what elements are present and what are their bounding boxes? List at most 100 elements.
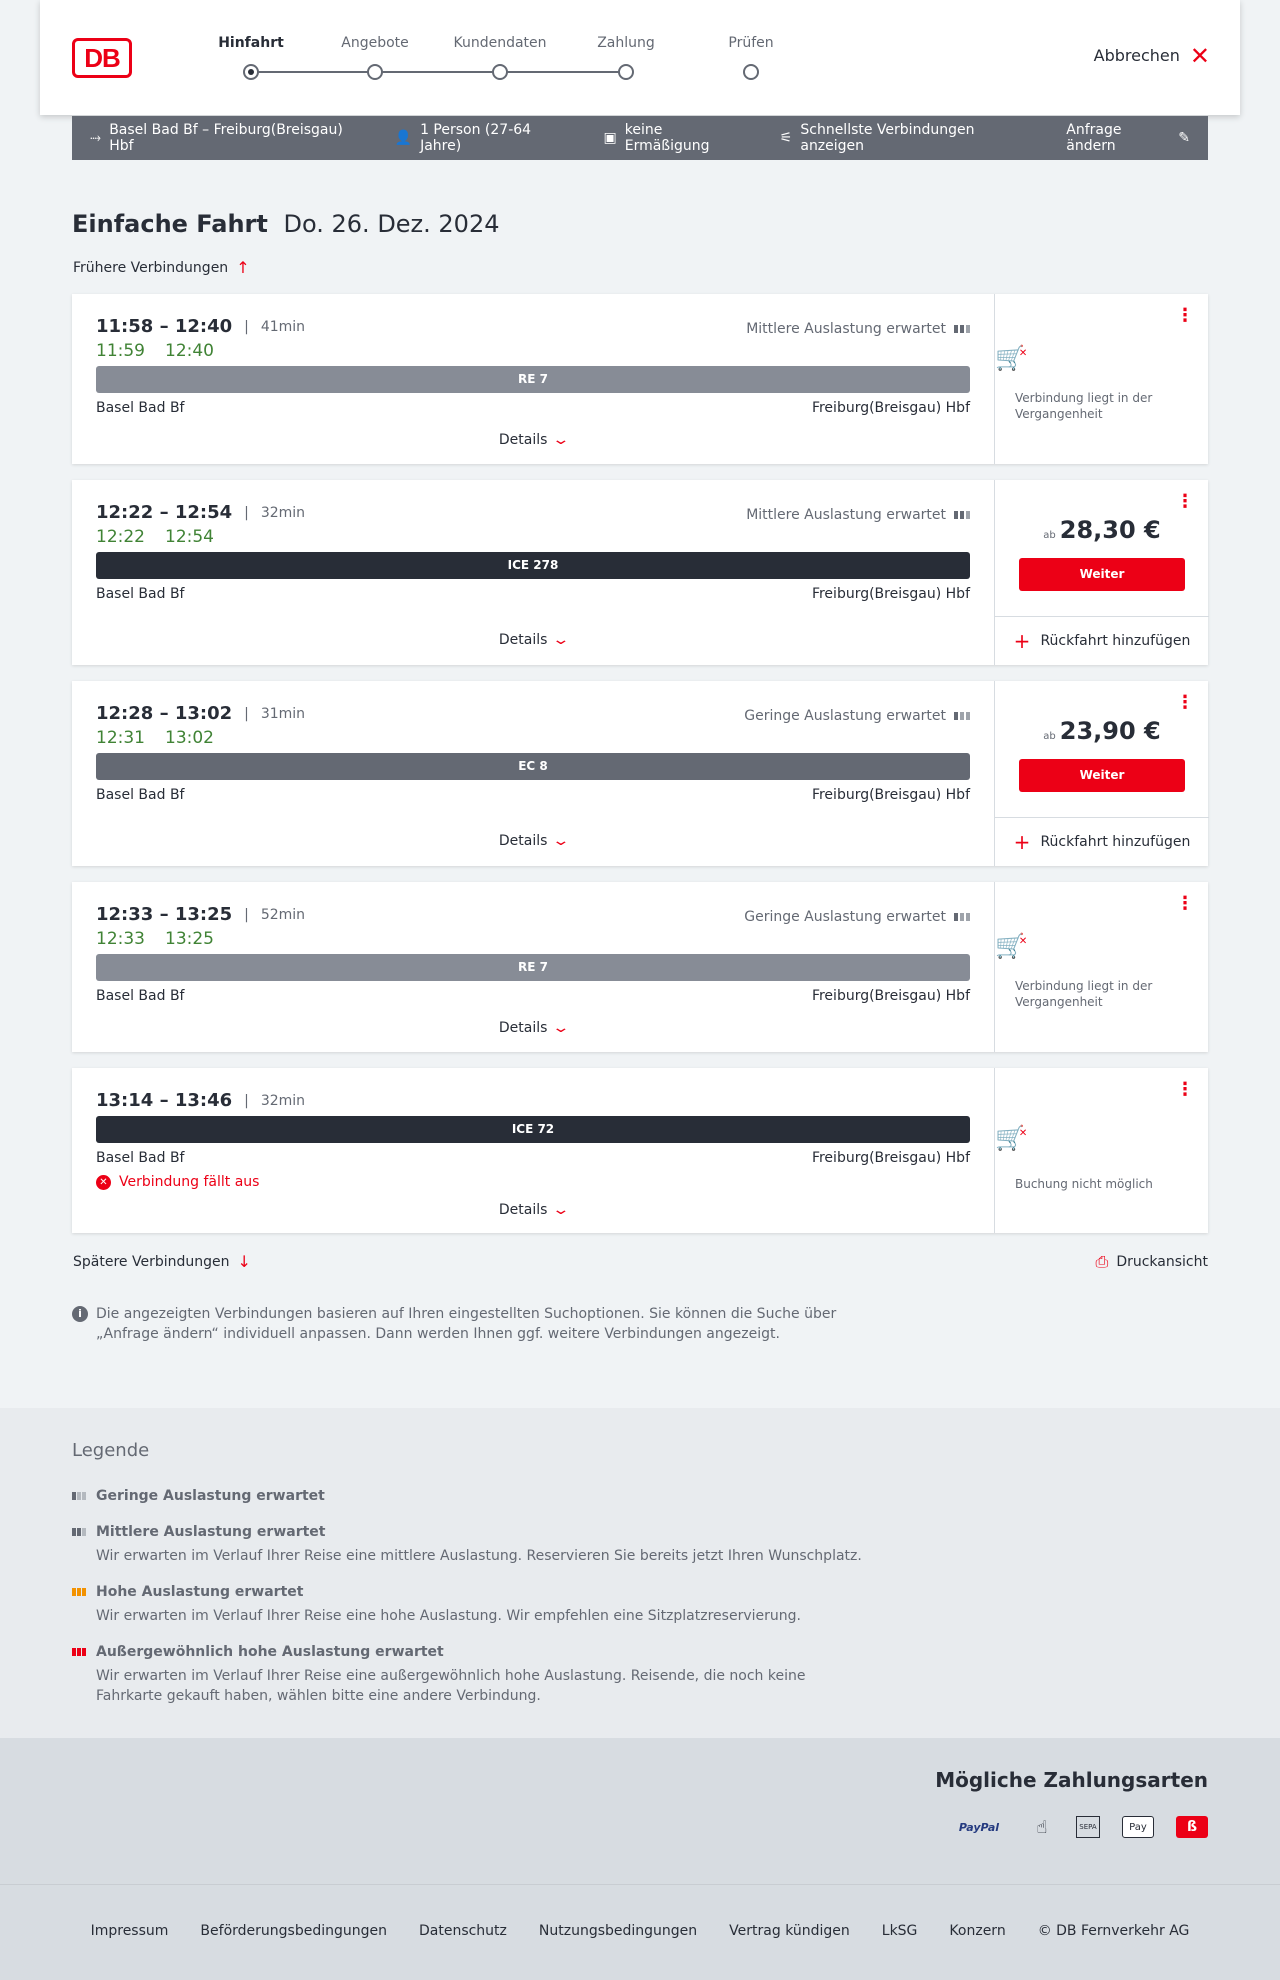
trip-date: Do. 26. Dez. 2024 <box>283 210 500 238</box>
price-value: 23,90 € <box>1059 717 1161 745</box>
step-label-angebote: Angebote <box>341 35 409 51</box>
change-request-button[interactable]: Anfrage ändern ✎ <box>1066 122 1190 154</box>
connection-card: 12:28 – 13:02 | 31min Geringe Auslastung… <box>72 681 1209 866</box>
summary-passengers: 👤 1 Person (27-64 Jahre) <box>395 122 570 154</box>
summary-route-text: Basel Bad Bf – Freiburg(Breisgau) Hbf <box>109 122 343 154</box>
station-to: Freiburg(Breisgau) Hbf <box>811 400 970 416</box>
footer-link-nutzungsbedingungen[interactable]: Nutzungsbedingungen <box>539 1923 697 1939</box>
db-logo[interactable]: DB <box>72 38 132 78</box>
occupancy-high-icon <box>72 1588 88 1596</box>
step-dot-hinfahrt <box>243 64 259 80</box>
cart-unavailable-icon: 🛒✕ <box>995 1124 1028 1152</box>
plus-icon: + <box>1013 829 1031 854</box>
occupancy-info: Geringe Auslastung erwartet <box>744 708 970 724</box>
details-toggle[interactable]: Details ⌄ <box>72 1020 994 1036</box>
footer-link-impressum[interactable]: Impressum <box>91 1923 169 1939</box>
legend-item: Mittlere Auslastung erwartet Wir erwarte… <box>72 1524 872 1566</box>
more-options-icon[interactable]: ⋮ <box>1176 895 1194 913</box>
chevron-down-icon: ⌄ <box>551 1202 571 1218</box>
chevron-down-icon: ⌄ <box>551 632 571 648</box>
print-view-link[interactable]: ⎙ Druckansicht <box>1096 1252 1208 1272</box>
price-value: 28,30 € <box>1059 516 1161 544</box>
payment-icons: PayPal ☝ SEPA Pay ß <box>950 1816 1208 1838</box>
chevron-down-icon: ⌄ <box>551 1020 571 1036</box>
details-toggle[interactable]: Details ⌄ <box>72 632 994 648</box>
footer-link-lksg[interactable]: LkSG <box>882 1923 918 1939</box>
connection-duration: 52min <box>260 906 306 923</box>
train-bar[interactable]: ICE 278 <box>96 552 970 579</box>
footer: Impressum Beförderungsbedingungen Datens… <box>0 1884 1280 1980</box>
paypal-icon: PayPal <box>958 1820 1000 1834</box>
connection-times: 12:33 – 13:25 <box>96 904 233 925</box>
train-bar[interactable]: RE 7 <box>96 954 970 981</box>
cancel-button[interactable]: Abbrechen ✕ <box>1094 41 1210 70</box>
connection-times: 11:58 – 12:40 <box>96 316 233 337</box>
more-options-icon[interactable]: ⋮ <box>1176 694 1194 712</box>
occupancy-text: Geringe Auslastung erwartet <box>744 708 946 724</box>
more-options-icon[interactable]: ⋮ <box>1176 307 1194 325</box>
separator: | <box>244 504 249 521</box>
cancellation-notice: ✕ Verbindung fällt aus <box>96 1174 259 1190</box>
occupancy-medium-icon <box>954 325 970 333</box>
details-label: Details <box>498 632 548 648</box>
footer-link-befoerderungsbedingungen[interactable]: Beförderungsbedingungen <box>200 1923 387 1939</box>
details-label: Details <box>498 1020 548 1036</box>
legend-item-title: Hohe Auslastung erwartet <box>96 1584 304 1600</box>
train-bar[interactable]: RE 7 <box>96 366 970 393</box>
occupancy-medium-icon <box>954 511 970 519</box>
error-icon: ✕ <box>96 1174 111 1190</box>
add-return-button[interactable]: + Rückfahrt hinzufügen <box>995 616 1209 664</box>
summary-route: ⤑ Basel Bad Bf – Freiburg(Breisgau) Hbf <box>90 122 361 154</box>
close-icon: ✕ <box>1189 41 1210 70</box>
legend-item: Außergewöhnlich hohe Auslastung erwartet… <box>72 1644 872 1706</box>
price-prefix: ab <box>1043 530 1056 541</box>
legend-item-desc: Wir erwarten im Verlauf Ihrer Reise eine… <box>96 1668 806 1704</box>
realtime-arrival: 12:40 <box>165 341 214 361</box>
details-toggle[interactable]: Details ⌄ <box>72 1202 994 1218</box>
train-bar[interactable]: ICE 72 <box>96 1116 970 1143</box>
add-return-button[interactable]: + Rückfahrt hinzufügen <box>995 817 1209 865</box>
printer-icon: ⎙ <box>1095 1252 1109 1271</box>
station-to: Freiburg(Breisgau) Hbf <box>811 787 970 803</box>
legend-item-title: Außergewöhnlich hohe Auslastung erwartet <box>96 1644 444 1660</box>
connection-duration: 32min <box>260 1092 306 1109</box>
price: ab 28,30 € <box>995 516 1209 544</box>
legend-item-desc: Wir erwarten im Verlauf Ihrer Reise eine… <box>96 1608 801 1624</box>
apple-pay-icon: Pay <box>1122 1816 1154 1838</box>
occupancy-low-icon <box>954 712 970 720</box>
details-toggle[interactable]: Details ⌄ <box>72 432 994 448</box>
more-options-icon[interactable]: ⋮ <box>1176 493 1194 511</box>
db-pay-icon: ß <box>1176 1816 1208 1838</box>
price: ab 23,90 € <box>995 717 1209 745</box>
later-connections-link[interactable]: Spätere Verbindungen ↓ <box>73 1252 251 1271</box>
earlier-connections-link[interactable]: Frühere Verbindungen ↑ <box>73 258 250 277</box>
step-label-zahlung: Zahlung <box>597 35 655 51</box>
train-bar[interactable]: EC 8 <box>96 753 970 780</box>
cart-unavailable-icon: 🛒✕ <box>995 344 1028 372</box>
apple-pay-label: Pay <box>1129 1821 1147 1833</box>
summary-discount-text: keine Ermäßigung <box>624 122 710 154</box>
continue-button[interactable]: Weiter <box>1019 558 1185 591</box>
booking-status-text: Verbindung liegt in der Vergangenheit <box>1015 391 1153 421</box>
footer-link-konzern[interactable]: Konzern <box>949 1923 1005 1939</box>
continue-button[interactable]: Weiter <box>1019 759 1185 792</box>
step-dot-zahlung <box>618 64 634 80</box>
details-toggle[interactable]: Details ⌄ <box>72 833 994 849</box>
change-request-label: Anfrage ändern <box>1066 122 1122 154</box>
realtime-arrival: 13:25 <box>165 929 214 949</box>
footer-link-vertrag-kuendigen[interactable]: Vertrag kündigen <box>729 1923 850 1939</box>
separator: | <box>244 906 249 923</box>
station-from: Basel Bad Bf <box>96 586 185 602</box>
legend-item-title: Mittlere Auslastung erwartet <box>96 1524 326 1540</box>
more-options-icon[interactable]: ⋮ <box>1176 1081 1194 1099</box>
footer-link-datenschutz[interactable]: Datenschutz <box>419 1923 507 1939</box>
connection-duration: 32min <box>260 504 306 521</box>
details-label: Details <box>498 432 548 448</box>
connection-times: 12:22 – 12:54 <box>96 502 233 523</box>
info-notice: i Die angezeigten Verbindungen basieren … <box>72 1304 852 1344</box>
info-text: Die angezeigten Verbindungen basieren au… <box>96 1306 837 1342</box>
step-dot-angebote <box>367 64 383 80</box>
legend-item: Hohe Auslastung erwartet Wir erwarten im… <box>72 1584 872 1626</box>
occupancy-low-icon <box>72 1492 88 1500</box>
pencil-icon: ✎ <box>1178 130 1190 146</box>
